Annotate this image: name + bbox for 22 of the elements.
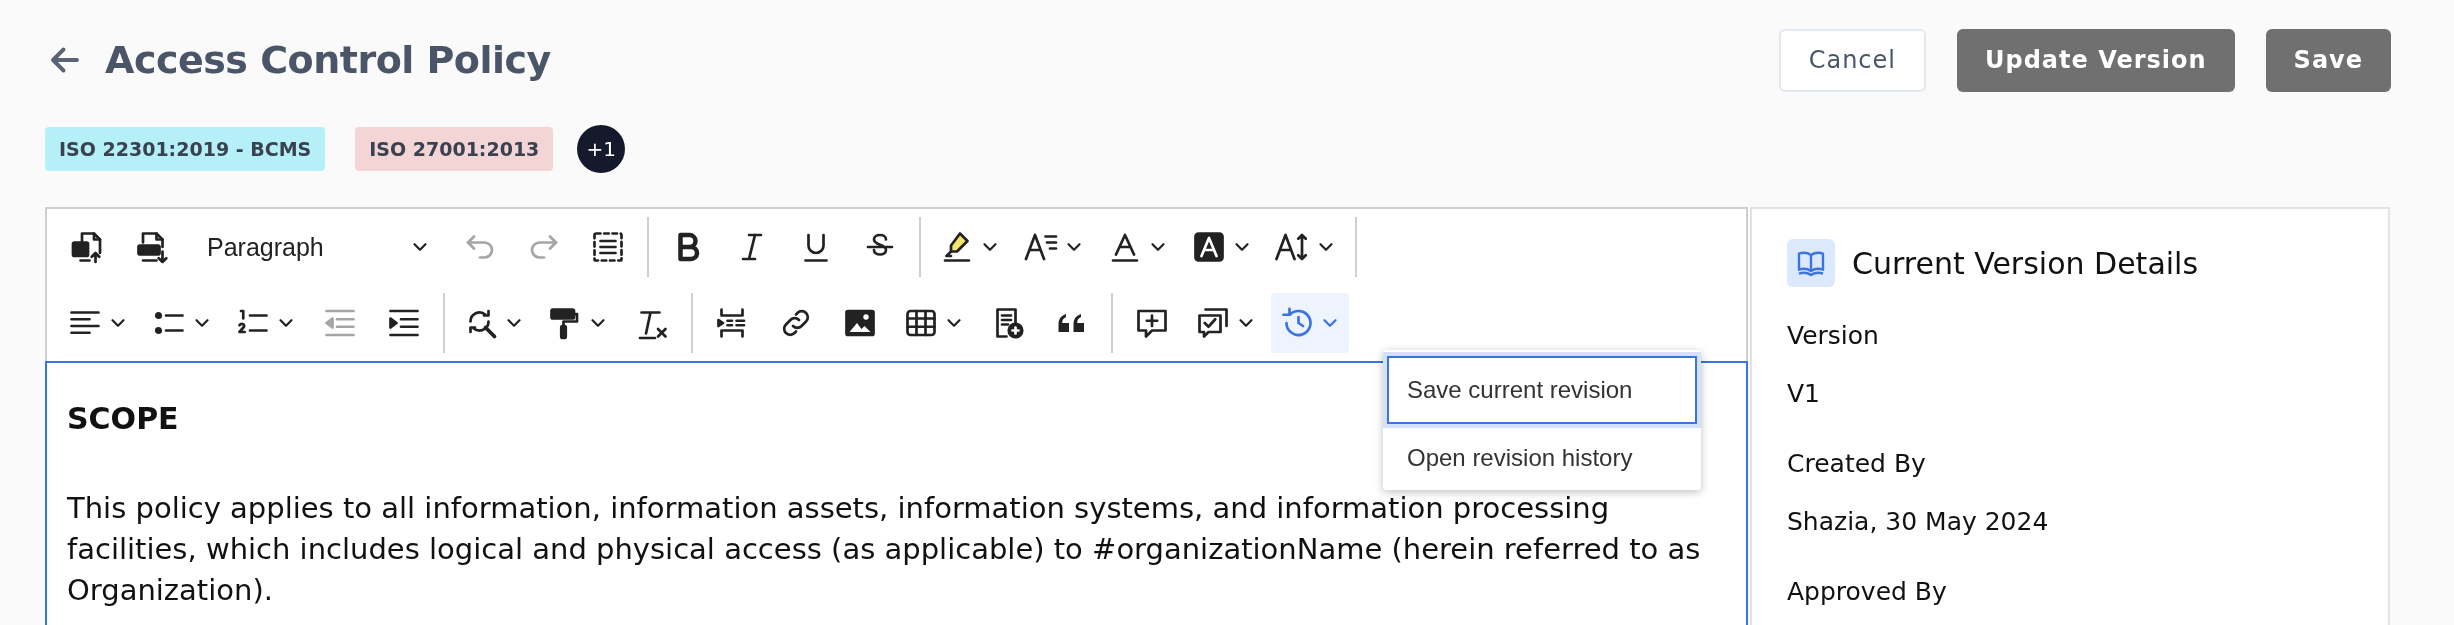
- primary-action-button[interactable]: Save: [2265, 28, 2391, 92]
- history-button[interactable]: [1271, 293, 1349, 353]
- paragraph-style-dropdown[interactable]: Paragraph: [187, 217, 445, 277]
- field-value: Shazia, 30 May 2024: [1787, 506, 2050, 538]
- document-paragraph: This policy applies to all information, information assets, information systems, and information processing facilities, which includes logical and physical access (as applicable) to #organizationName (herein referred to as Organization).: [67, 490, 1702, 609]
- comments-check-icon: [1195, 305, 1231, 341]
- open-book-icon: [1787, 239, 1835, 287]
- page-title: Access Control Policy: [105, 38, 551, 82]
- document-heading: SCOPE: [67, 401, 179, 436]
- field-label: Version: [1787, 320, 1880, 352]
- field-label: Approved By: [1787, 576, 1948, 608]
- primary-action-button[interactable]: Update Version: [1957, 28, 2235, 92]
- panel-title: Current Version Details: [1852, 245, 2199, 281]
- field-value: V1: [1787, 378, 1821, 410]
- background-color-icon: [1191, 229, 1227, 265]
- secondary-action-button[interactable]: Cancel: [1778, 28, 1926, 92]
- revision-menu-item[interactable]: Open revision history: [1387, 430, 1697, 486]
- more-tags-badge[interactable]: +1: [577, 125, 626, 173]
- standard-tag: ISO 22301:2019 - BCMS: [45, 127, 326, 171]
- field-label: Created By: [1787, 448, 1927, 480]
- select-all-icon: [590, 229, 626, 265]
- standard-tag: ISO 27001:2013: [355, 127, 554, 171]
